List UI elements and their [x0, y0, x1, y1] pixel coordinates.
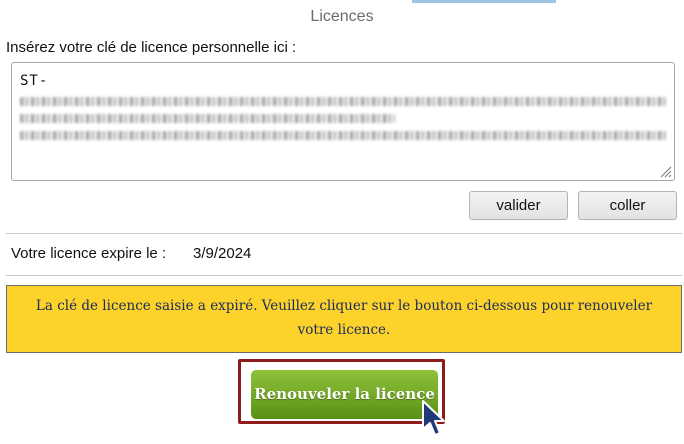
tab-accent-bar — [412, 0, 556, 3]
panel-title: Licences — [310, 8, 374, 25]
license-prompt-label: Insérez votre clé de licence personnelle… — [6, 39, 297, 56]
resize-grip-icon[interactable] — [658, 164, 672, 178]
renew-license-button[interactable]: Renouveler la licence — [251, 370, 438, 419]
divider — [6, 233, 682, 234]
blurred-key-line-1 — [20, 97, 666, 106]
validate-button[interactable]: valider — [469, 191, 568, 220]
expiry-date: 3/9/2024 — [193, 245, 252, 262]
blurred-key-line-3 — [20, 131, 666, 140]
arrow-cursor-icon — [422, 400, 445, 436]
license-key-prefix: ST- — [20, 73, 49, 89]
divider — [6, 275, 682, 276]
expired-notice-text: La clé de licence saisie a expiré. Veuil… — [35, 298, 653, 338]
expired-notice: La clé de licence saisie a expiré. Veuil… — [6, 285, 682, 353]
expiry-label: Votre licence expire le : — [11, 245, 167, 262]
licence-panel: Licences Insérez votre clé de licence pe… — [0, 0, 684, 444]
paste-button[interactable]: coller — [578, 191, 677, 220]
blurred-key-line-2 — [20, 114, 395, 123]
license-key-textarea[interactable]: ST- — [11, 62, 675, 181]
